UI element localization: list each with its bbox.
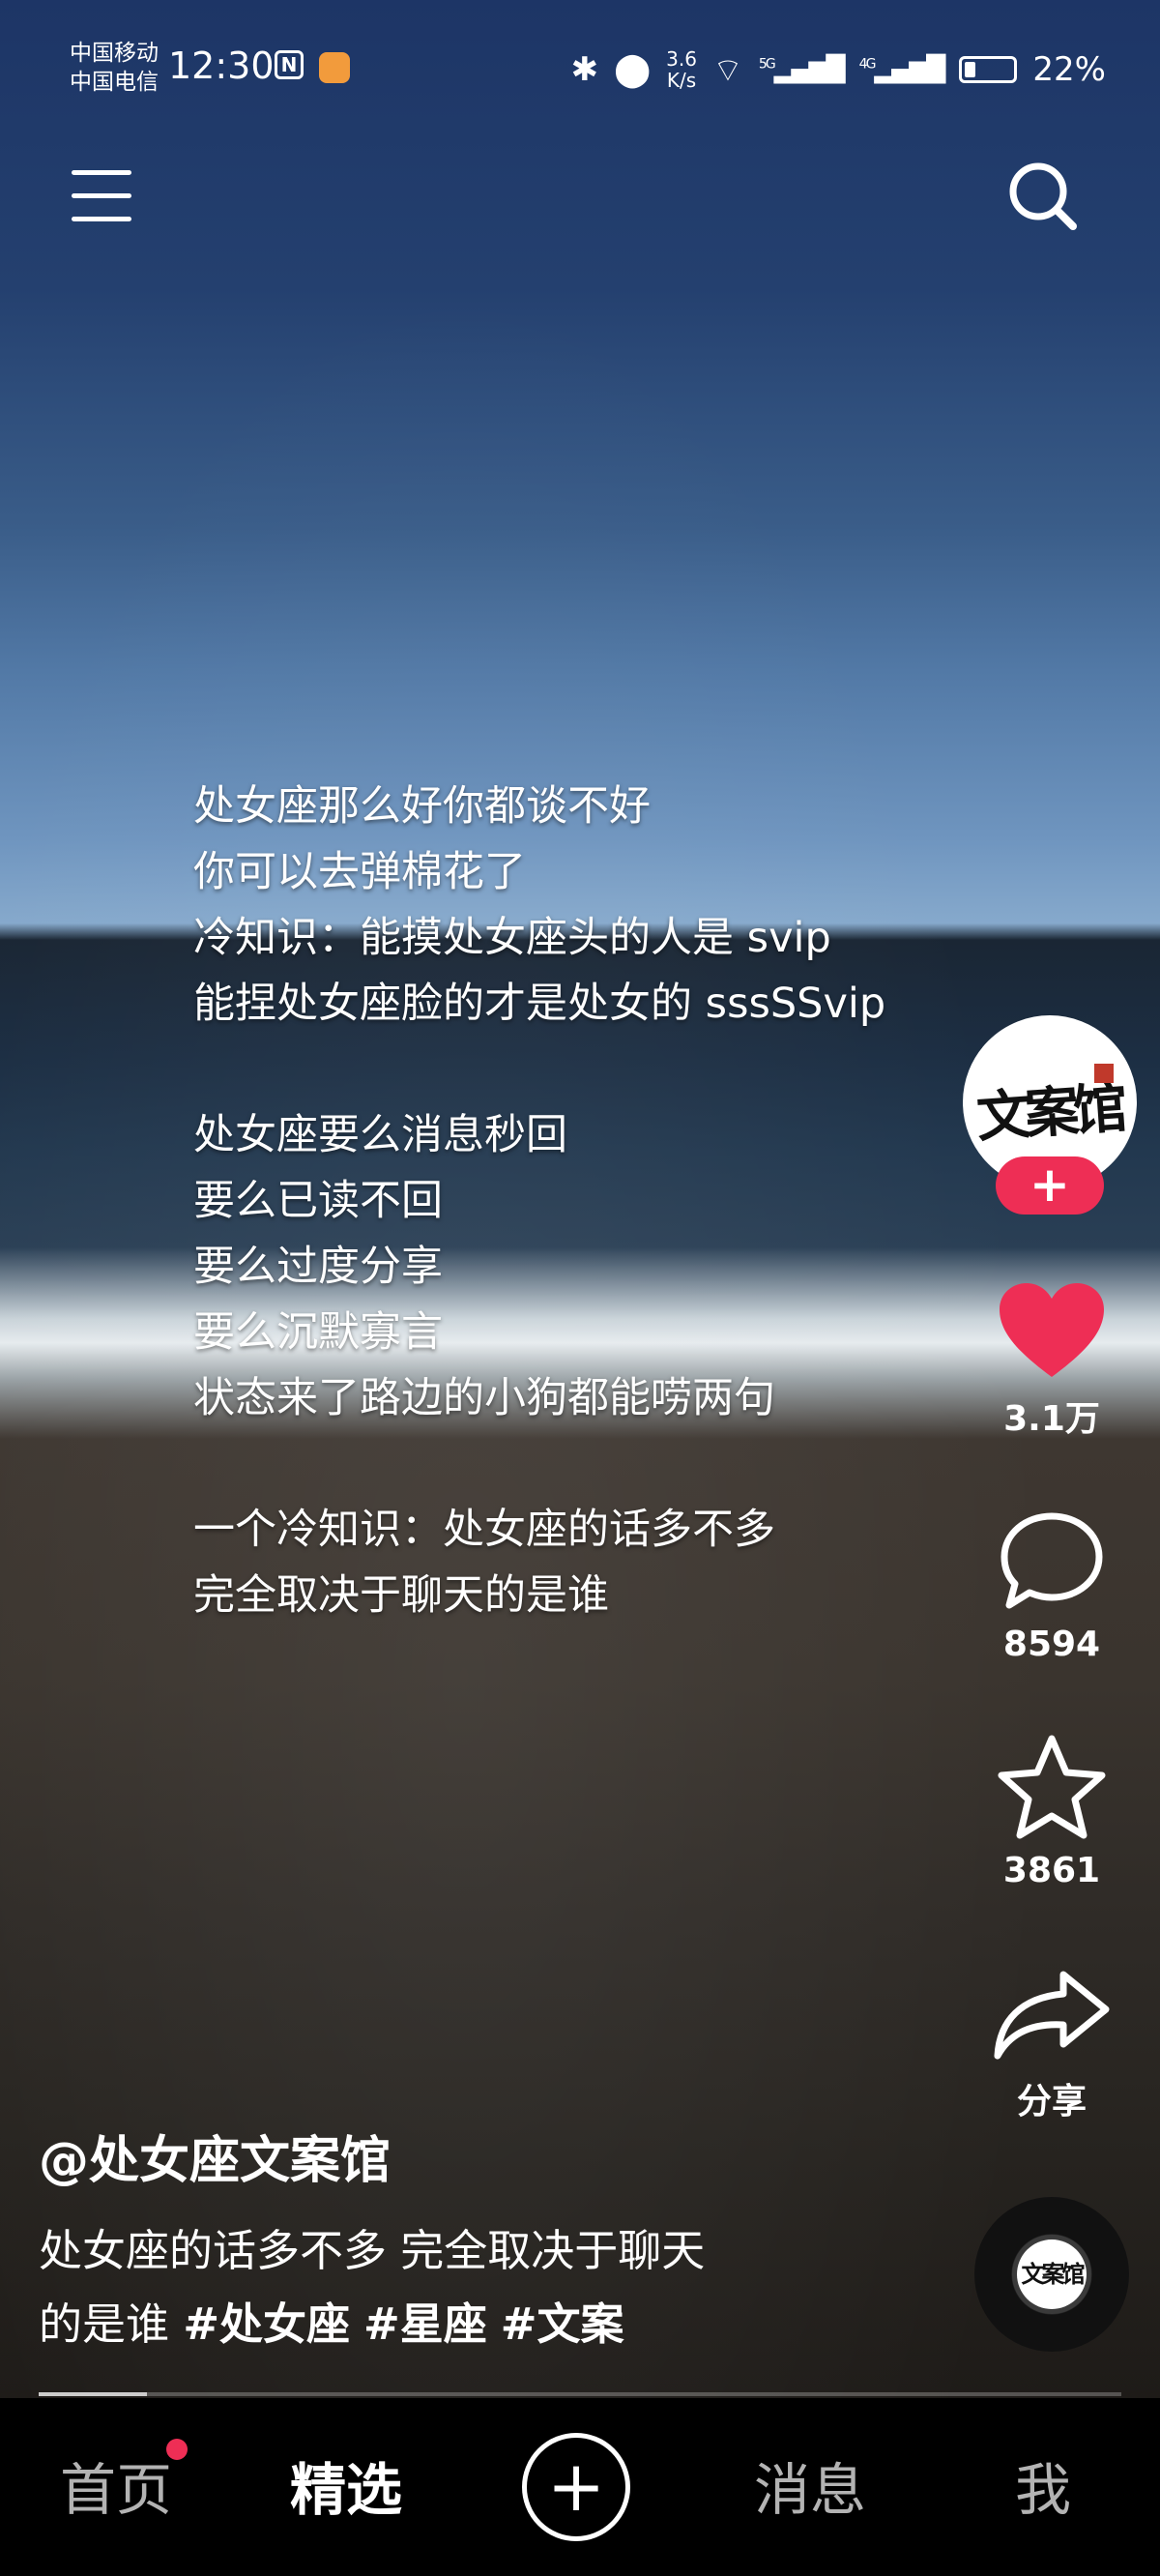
bottom-tab-bar: 首页 精选 + 消息 我 (0, 2398, 1160, 2576)
search-icon[interactable] (1005, 159, 1079, 232)
hashtag-list: #处女座 #星座 #文案 (183, 2298, 637, 2350)
video-caption[interactable]: 处女座的话多不多 完全取决于聊天 的是谁 #处女座 #星座 #文案 (39, 2214, 812, 2361)
comment-button[interactable]: 8594 (986, 1510, 1117, 1664)
wifi-icon: ⌔ (711, 50, 743, 90)
music-disc-logo: 文案馆 (1017, 2239, 1087, 2309)
share-label: 分享 (1016, 2082, 1087, 2122)
lyric-line: 要么过度分享 (193, 1243, 443, 1291)
lyric-line: 要么已读不回 (193, 1177, 443, 1225)
star-icon (998, 1735, 1106, 1839)
favorite-count: 3861 (1002, 1851, 1101, 1890)
hashtag-link[interactable]: #文案 (501, 2298, 624, 2350)
status-icons: ✱ ⬤ 3.6 K/s ⌔ 5G▂▄▆█ 4G▂▄▆█ 22% (571, 48, 1106, 91)
clock: 12:30 (168, 44, 275, 87)
network-speed: 3.6 K/s (666, 48, 697, 91)
lyric-line: 处女座那么好你都谈不好 (193, 782, 651, 831)
hashtag-link[interactable]: #星座 (363, 2298, 487, 2350)
home-notification-dot (166, 2439, 188, 2460)
comment-count: 8594 (1002, 1625, 1101, 1664)
favorite-button[interactable]: 3861 (986, 1733, 1117, 1890)
status-bar: 中国移动 中国电信 12:30 N ✱ ⬤ 3.6 K/s ⌔ 5G▂▄▆█ 4… (0, 0, 1160, 135)
signal-4g-label: 4G (858, 56, 877, 73)
signal-5g-icon: 5G▂▄▆█ (758, 55, 846, 84)
add-video-button[interactable]: + (522, 2433, 630, 2541)
lyric-line: 处女座要么消息秒回 (193, 1111, 567, 1159)
lyric-line: 能捏处女座脸的才是处女的 sssSSvip (193, 980, 886, 1028)
lyric-line: 一个冷知识：处女座的话多不多 (193, 1506, 775, 1554)
network-speed-unit: K/s (666, 69, 697, 92)
like-button[interactable]: 3.1万 (986, 1280, 1117, 1441)
signal-4g-icon: 4G▂▄▆█ (858, 55, 946, 84)
lyric-line (193, 1037, 885, 1102)
avatar-seal (1094, 1064, 1114, 1083)
nfc-icon: N (275, 50, 304, 79)
battery-fill (965, 62, 976, 77)
caption-line-1: 处女座的话多不多 完全取决于聊天 (39, 2225, 706, 2276)
carrier-2: 中国电信 (70, 70, 159, 95)
lyric-line: 你可以去弹棉花了 (193, 848, 526, 896)
tab-featured[interactable]: 精选 (290, 2444, 402, 2526)
lyric-line: 冷知识：能摸处女座头的人是 svip (193, 914, 831, 962)
lyric-line (193, 1431, 885, 1497)
battery-icon (959, 56, 1018, 83)
menu-icon[interactable] (72, 164, 135, 228)
tab-messages[interactable]: 消息 (754, 2444, 866, 2526)
lyric-line: 完全取决于聊天的是谁 (193, 1571, 609, 1620)
network-speed-value: 3.6 (666, 47, 697, 71)
app-notification-icon (319, 52, 350, 83)
video-text-overlay: 处女座那么好你都谈不好 你可以去弹棉花了冷知识：能摸处女座头的人是 svip 能捏处… (193, 774, 885, 1628)
heart-icon (1000, 1283, 1104, 1377)
bluetooth-icon: ✱ (570, 50, 599, 89)
follow-button[interactable]: + (996, 1156, 1104, 1215)
location-icon: ⬤ (614, 50, 652, 89)
tab-home[interactable]: 首页 (60, 2444, 172, 2526)
carrier-labels: 中国移动 中国电信 (70, 39, 159, 97)
video-progress-fill (39, 2392, 147, 2396)
comment-icon (1000, 1512, 1103, 1609)
lyric-line: 状态来了路边的小狗都能唠两句 (193, 1374, 775, 1422)
like-count: 3.1万 (1003, 1399, 1100, 1439)
caption-line-2: 的是谁 (39, 2298, 170, 2350)
signal-5g-label: 5G (758, 56, 776, 73)
music-disc[interactable]: 文案馆 (974, 2197, 1129, 2352)
hashtag-link[interactable]: #处女座 (183, 2298, 350, 2350)
caption-line-2-row: 的是谁 #处女座 #星座 #文案 (39, 2288, 812, 2361)
tab-me[interactable]: 我 (1015, 2444, 1071, 2526)
author-name[interactable]: @处女座文案馆 (39, 2120, 391, 2192)
battery-percent: 22% (1032, 50, 1106, 89)
share-arrow-icon (994, 1971, 1110, 2060)
share-button[interactable]: 分享 (986, 1967, 1117, 2123)
carrier-1: 中国移动 (70, 41, 159, 66)
lyric-line: 要么沉默寡言 (193, 1308, 443, 1357)
video-progress-bar[interactable] (39, 2392, 1121, 2396)
